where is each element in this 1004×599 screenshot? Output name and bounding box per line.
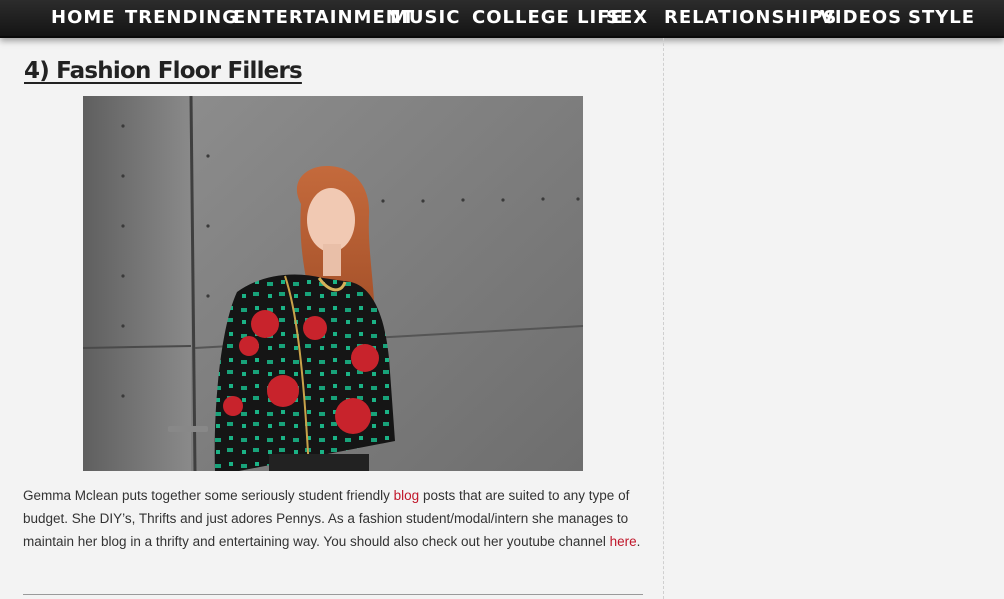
nav-item-entertainment[interactable]: ENTERTAINMENT xyxy=(233,0,415,36)
nav-item-music[interactable]: MUSIC xyxy=(390,0,460,36)
paragraph-text-1: Gemma Mclean puts together some seriousl… xyxy=(23,488,394,503)
section-divider xyxy=(23,594,643,595)
nav-item-home[interactable]: HOME xyxy=(51,0,116,36)
post-paragraph: Gemma Mclean puts together some seriousl… xyxy=(23,484,653,553)
main-content: 4) Fashion Floor Fillers Gemma Mclean pu… xyxy=(0,38,664,599)
nav-item-sex[interactable]: SEX xyxy=(606,0,648,36)
youtube-channel-link[interactable]: here xyxy=(610,534,637,549)
nav-item-trending[interactable]: TRENDING xyxy=(125,0,238,36)
post-title[interactable]: 4) Fashion Floor Fillers xyxy=(24,58,303,84)
nav-item-videos[interactable]: VIDEOS xyxy=(820,0,902,36)
blog-link[interactable]: blog xyxy=(394,488,420,503)
nav-item-college-life[interactable]: COLLEGE LIFE xyxy=(472,0,624,36)
fashion-photo-illustration xyxy=(83,96,583,471)
nav-item-style[interactable]: STYLE xyxy=(908,0,975,36)
sidebar xyxy=(664,38,1004,599)
nav-item-relationships[interactable]: RELATIONSHIPS xyxy=(664,0,837,36)
top-navigation-bar: HOME TRENDING ENTERTAINMENT MUSIC COLLEG… xyxy=(0,0,1004,38)
post-image xyxy=(83,96,583,471)
paragraph-text-3: . xyxy=(636,534,641,549)
